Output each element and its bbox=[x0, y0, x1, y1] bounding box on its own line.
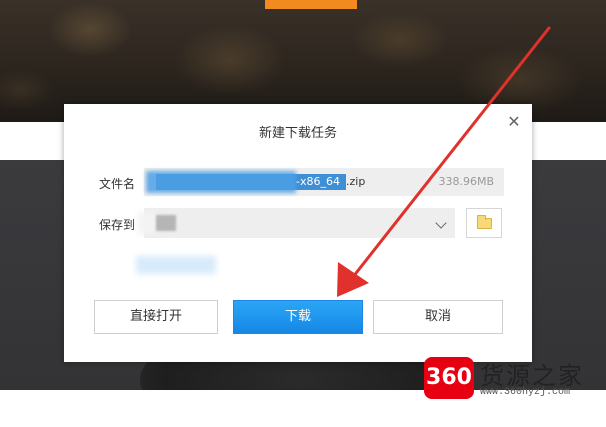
chevron-down-icon[interactable] bbox=[435, 217, 447, 229]
save-path-select[interactable] bbox=[138, 208, 455, 238]
path-redaction bbox=[156, 215, 176, 231]
watermark-url: www.360hyzj.com bbox=[480, 387, 571, 398]
filename-label: 文件名 bbox=[99, 177, 136, 191]
saveto-label: 保存到 bbox=[99, 218, 136, 232]
watermark-title: 货源之家 bbox=[480, 362, 584, 390]
close-icon[interactable]: ✕ bbox=[506, 114, 522, 130]
watermark-logo: 360 bbox=[424, 357, 474, 399]
browse-folder-button[interactable] bbox=[466, 208, 502, 238]
background-orange-button bbox=[265, 0, 357, 9]
filename-extension: .zip bbox=[346, 175, 366, 188]
folder-icon bbox=[477, 215, 492, 229]
download-button[interactable]: 下载 bbox=[233, 300, 363, 334]
new-download-dialog: 新建下载任务 ✕ 文件名 -x86_64 .zip 338.96MB 保存到 直… bbox=[64, 104, 532, 362]
filename-field[interactable]: -x86_64 .zip 338.96MB bbox=[144, 168, 504, 196]
blurred-info-area bbox=[136, 256, 216, 274]
cancel-button[interactable]: 取消 bbox=[373, 300, 503, 334]
path-redaction-edge bbox=[138, 212, 156, 234]
dialog-title: 新建下载任务 bbox=[258, 126, 337, 141]
filename-text: -x86_64 bbox=[296, 175, 340, 188]
open-directly-button[interactable]: 直接打开 bbox=[94, 300, 218, 334]
filename-redaction bbox=[146, 171, 296, 193]
file-size: 338.96MB bbox=[438, 175, 494, 188]
